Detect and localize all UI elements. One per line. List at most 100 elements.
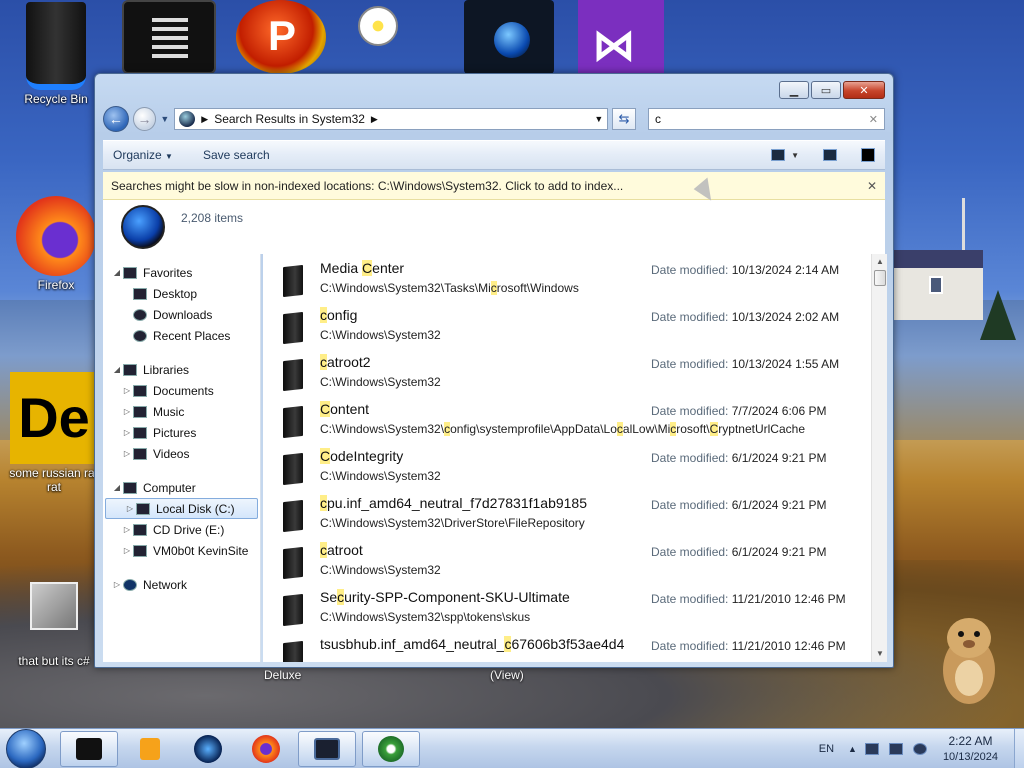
save-search-button[interactable]: Save search [203, 148, 270, 162]
folder-icon [283, 499, 303, 533]
taskbar-window-app[interactable] [298, 730, 356, 767]
house-window [929, 276, 943, 294]
result-path: C:\Windows\System32\DriverStore\FileRepo… [320, 516, 585, 530]
top-app-icon-p[interactable]: P [236, 0, 326, 74]
result-row[interactable]: Content C:\Windows\System32\config\system… [263, 395, 871, 442]
nav-computer[interactable]: ◢ Computer [103, 477, 260, 498]
desktop-label-partial-right[interactable]: (View) [490, 668, 524, 682]
collapsed-icon[interactable]: ▷ [121, 546, 133, 555]
result-row[interactable]: cpu.inf_amd64_neutral_f7d27831f1ab9185 C:… [263, 489, 871, 536]
nav-network-share[interactable]: ▷ VM0b0t KevinSite [103, 540, 260, 561]
nav-network[interactable]: ▷ Network [103, 574, 260, 595]
collapsed-icon[interactable]: ▷ [124, 504, 136, 513]
expanded-icon[interactable]: ◢ [111, 268, 123, 277]
result-row[interactable]: catroot C:\Windows\System32 Date modified:… [263, 536, 871, 583]
result-name: cpu.inf_amd64_neutral_f7d27831f1ab9185 [320, 495, 588, 511]
result-row[interactable]: catroot2 C:\Windows\System32 Date modified… [263, 348, 871, 395]
address-dropdown-icon[interactable]: ▼ [594, 114, 603, 124]
info-bar-close-icon[interactable]: ✕ [867, 179, 877, 193]
date-modified-label: Date modified: [651, 451, 732, 465]
preview-pane-icon[interactable] [823, 149, 837, 161]
expanded-icon[interactable]: ◢ [111, 365, 123, 374]
collapsed-icon[interactable]: ▷ [111, 580, 123, 589]
result-row[interactable]: CodeIntegrity C:\Windows\System32 Date mod… [263, 442, 871, 489]
nav-pictures[interactable]: ▷ Pictures [103, 422, 260, 443]
desktop-icon-russian-rar-rat[interactable]: De some russian rar rat [4, 372, 104, 494]
help-icon[interactable] [861, 148, 875, 162]
views-dropdown-icon[interactable]: ▼ [791, 151, 799, 160]
taskbar-explorer[interactable] [60, 730, 118, 767]
scroll-thumb[interactable] [874, 270, 886, 286]
pine-tree [980, 290, 1016, 340]
breadcrumb-chevron-icon[interactable]: ▶ [201, 114, 208, 125]
desktop-icon-recycle-bin[interactable]: Recycle Bin [8, 2, 104, 106]
result-row[interactable]: Security-SPP-Component-SKU-Ultimate C:\Wi… [263, 583, 871, 630]
nav-videos[interactable]: ▷ Videos [103, 443, 260, 464]
desktop-icon-firefox[interactable]: Firefox [8, 196, 104, 292]
result-row[interactable]: Media Center C:\Windows\System32\Tasks\Mi… [263, 254, 871, 301]
taskbar-media-player[interactable] [124, 731, 176, 767]
index-info-bar[interactable]: Searches might be slow in non-indexed lo… [103, 172, 885, 200]
hamster-image [943, 618, 995, 704]
date-modified-value: 10/13/2024 1:55 AM [731, 357, 840, 371]
item-count: 2,208 items [181, 211, 244, 225]
scroll-down-icon[interactable]: ▼ [872, 646, 888, 662]
result-name: tsusbhub.inf_amd64_neutral_c67606b3f53ae… [320, 636, 625, 652]
result-row[interactable]: config C:\Windows\System32 Date modified: … [263, 301, 871, 348]
collapsed-icon[interactable]: ▷ [121, 386, 133, 395]
result-row[interactable]: tsusbhub.inf_amd64_neutral_c67606b3f53ae… [263, 630, 871, 662]
address-bar[interactable]: ▶ Search Results in System32 ▶ ▼ [174, 108, 609, 130]
language-indicator[interactable]: EN [819, 743, 834, 755]
scroll-up-icon[interactable]: ▲ [872, 254, 888, 270]
nav-local-disk[interactable]: ▷ Local Disk (C:) [105, 498, 258, 519]
results-scrollbar[interactable]: ▲ ▼ [871, 254, 887, 662]
tray-app-icon[interactable] [864, 743, 879, 755]
network-icon [123, 578, 137, 591]
taskbar-windows-logo[interactable] [362, 730, 420, 767]
maximize-button[interactable]: ▭ [811, 81, 841, 99]
nav-recent-places[interactable]: Recent Places [103, 325, 260, 346]
views-icon[interactable] [771, 149, 786, 161]
result-date-modified: Date modified: 6/1/2024 9:21 PM [651, 545, 826, 559]
nav-cd-drive[interactable]: ▷ CD Drive (E:) [103, 519, 260, 540]
top-app-icon-list[interactable] [122, 0, 216, 74]
clock[interactable]: 2:22 AM 10/13/2024 [943, 733, 998, 765]
search-input[interactable]: c [655, 112, 869, 126]
close-button[interactable]: ✕ [843, 81, 885, 99]
taskbar-orb-app[interactable] [182, 731, 234, 767]
tray-display-icon[interactable] [888, 743, 903, 755]
show-hidden-icons-icon[interactable]: ▲ [848, 744, 857, 754]
show-desktop-button[interactable] [1014, 729, 1024, 768]
top-app-icon-visual-studio[interactable]: ⋈ [578, 0, 664, 74]
breadcrumb-chevron-icon[interactable]: ▶ [371, 114, 378, 125]
start-button[interactable] [6, 728, 46, 768]
recent-pages-dropdown[interactable]: ▼ [160, 114, 170, 124]
organize-button[interactable]: Organize ▼ [113, 148, 173, 162]
collapsed-icon[interactable]: ▷ [121, 428, 133, 437]
forward-button[interactable]: → [132, 107, 157, 131]
expanded-icon[interactable]: ◢ [111, 483, 123, 492]
taskbar-firefox[interactable] [240, 731, 292, 767]
minimize-button[interactable]: ▁ [779, 81, 809, 99]
desktop-label-partial-left[interactable]: Deluxe [264, 668, 301, 682]
refresh-button[interactable]: ⇆ [612, 108, 636, 130]
nav-music[interactable]: ▷ Music [103, 401, 260, 422]
nav-favorites[interactable]: ◢ Favorites [103, 262, 260, 283]
breadcrumb-search-results[interactable]: Search Results in System32 [214, 112, 365, 126]
desktop-icon-that-but-csharp[interactable]: that but its c# [6, 576, 102, 668]
collapsed-icon[interactable]: ▷ [121, 449, 133, 458]
clear-search-icon[interactable]: ✕ [869, 113, 878, 126]
top-app-icon-flower[interactable] [348, 0, 432, 74]
folder-icon [283, 452, 303, 486]
tray-network-icon[interactable] [912, 743, 927, 755]
nav-desktop[interactable]: Desktop [103, 283, 260, 304]
result-path: C:\Windows\System32\config\systemprofile… [320, 422, 805, 436]
nav-documents[interactable]: ▷ Documents [103, 380, 260, 401]
nav-downloads[interactable]: Downloads [103, 304, 260, 325]
collapsed-icon[interactable]: ▷ [121, 407, 133, 416]
collapsed-icon[interactable]: ▷ [121, 525, 133, 534]
top-app-icon-orb[interactable] [464, 0, 554, 74]
search-box[interactable]: c ✕ [647, 108, 885, 130]
back-button[interactable]: ← [103, 106, 129, 132]
nav-libraries[interactable]: ◢ Libraries [103, 359, 260, 380]
